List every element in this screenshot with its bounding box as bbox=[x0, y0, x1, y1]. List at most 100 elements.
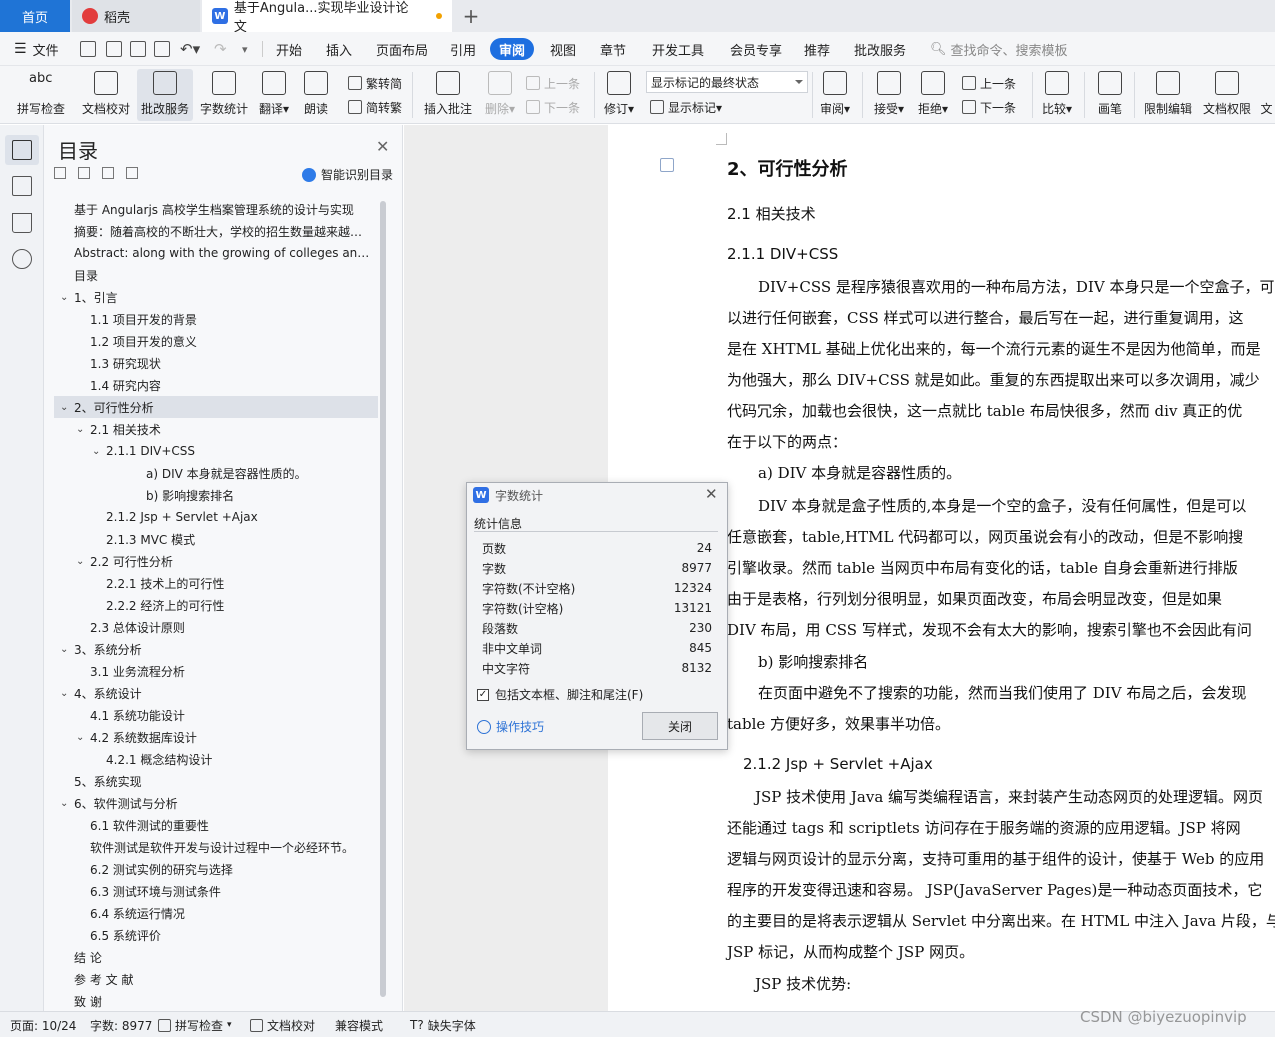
toc-item[interactable]: 基于 Angularjs 高校学生档案管理系统的设计与实现 bbox=[54, 198, 378, 220]
proofread-button[interactable]: 文档校对 bbox=[78, 69, 134, 121]
accept-button[interactable]: 接受▾ bbox=[870, 69, 908, 121]
menu-tab-4[interactable]: 审阅 bbox=[490, 38, 535, 60]
document-permission-button[interactable]: 文档权限 bbox=[1200, 69, 1254, 121]
toc-item[interactable]: 5、系统实现 bbox=[54, 770, 378, 792]
prev-change-button[interactable]: 上一条 bbox=[962, 72, 1016, 94]
toc-item[interactable]: ⌄ 6、软件测试与分析 bbox=[54, 792, 378, 814]
menu-tab-9[interactable]: 推荐 bbox=[804, 32, 830, 66]
remove-heading-icon[interactable] bbox=[126, 167, 138, 179]
menu-tab-1[interactable]: 插入 bbox=[326, 32, 352, 66]
print-icon[interactable] bbox=[130, 41, 146, 57]
undo-icon[interactable]: ↶▾ bbox=[180, 32, 200, 66]
expand-up-icon[interactable] bbox=[78, 167, 90, 179]
chevron-down-icon[interactable]: ⌄ bbox=[60, 292, 68, 303]
more-quick-icon[interactable]: ▾ bbox=[242, 32, 248, 66]
print-preview-icon[interactable] bbox=[154, 41, 170, 57]
toc-item[interactable]: 4.2.1 概念结构设计 bbox=[54, 748, 378, 770]
tab-daoke[interactable]: 稻壳 bbox=[72, 0, 200, 32]
toc-item[interactable]: ⌄ 4、系统设计 bbox=[54, 682, 378, 704]
simplified-to-traditional-button[interactable]: 简转繁 bbox=[348, 96, 402, 118]
chevron-down-icon[interactable]: ⌄ bbox=[60, 798, 68, 809]
menu-tab-2[interactable]: 页面布局 bbox=[376, 32, 428, 66]
chevron-down-icon[interactable]: ⌄ bbox=[60, 402, 68, 413]
tab-home[interactable]: 首页 bbox=[0, 0, 70, 32]
traditional-to-simplified-button[interactable]: 繁转简 bbox=[348, 72, 402, 94]
chevron-down-icon[interactable]: ⌄ bbox=[92, 446, 100, 457]
toc-item[interactable]: 2.1.2 Jsp + Servlet +Ajax bbox=[54, 506, 378, 528]
chevron-down-icon[interactable]: ⌄ bbox=[60, 644, 68, 655]
word-count-indicator[interactable]: 字数: 8977 bbox=[90, 1012, 152, 1037]
more-ribbon-button[interactable]: 文 bbox=[1258, 69, 1275, 121]
toc-scrollbar[interactable] bbox=[380, 201, 386, 997]
toc-item[interactable]: 软件测试是软件开发与设计过程中一个必经环节。 bbox=[54, 836, 378, 858]
paragraph-tool-icon[interactable] bbox=[660, 158, 674, 172]
bookmark-icon[interactable] bbox=[12, 213, 32, 233]
toc-item[interactable]: 1.1 项目开发的背景 bbox=[54, 308, 378, 330]
toc-item[interactable]: 4.1 系统功能设计 bbox=[54, 704, 378, 726]
toc-item[interactable]: a) DIV 本身就是容器性质的。 bbox=[54, 462, 378, 484]
toc-item[interactable]: b) 影响搜索排名 bbox=[54, 484, 378, 506]
translate-button[interactable]: 翻译▾ bbox=[256, 69, 292, 121]
spell-check-toggle[interactable]: 拼写检查 ▾ bbox=[158, 1012, 232, 1037]
chevron-down-icon[interactable]: ⌄ bbox=[76, 732, 84, 743]
close-button[interactable]: 关闭 bbox=[642, 712, 718, 740]
command-search[interactable]: 🔍︎ 查找命令、搜索模板 bbox=[930, 32, 1068, 66]
review-pane-button[interactable]: 审阅▾ bbox=[816, 69, 854, 121]
toc-item[interactable]: Abstract: along with the growing of coll… bbox=[54, 242, 378, 264]
smart-toc-button[interactable]: 智能识别目录 bbox=[302, 166, 393, 183]
spell-check-button[interactable]: abc 拼写检查 bbox=[10, 69, 72, 121]
chevron-down-icon[interactable]: ⌄ bbox=[76, 556, 84, 567]
insert-comment-button[interactable]: 插入批注 bbox=[420, 69, 476, 121]
toc-item[interactable]: ⌄ 2.1.1 DIV+CSS bbox=[54, 440, 378, 462]
toc-item[interactable]: ⌄ 2.1 相关技术 bbox=[54, 418, 378, 440]
missing-font[interactable]: T? 缺失字体 bbox=[410, 1012, 476, 1037]
toc-item[interactable]: 1.3 研究现状 bbox=[54, 352, 378, 374]
new-tab-button[interactable]: + bbox=[454, 0, 488, 32]
toc-item[interactable]: 2.1.3 MVC 模式 bbox=[54, 528, 378, 550]
toc-item[interactable]: ⌄ 2.2 可行性分析 bbox=[54, 550, 378, 572]
read-aloud-button[interactable]: 朗读 bbox=[298, 69, 334, 121]
correction-service-button[interactable]: 批改服务 bbox=[137, 69, 193, 121]
menu-tab-10[interactable]: 批改服务 bbox=[854, 32, 906, 66]
toc-item[interactable]: 致 谢 bbox=[54, 990, 378, 1009]
toc-item[interactable]: 2.3 总体设计原则 bbox=[54, 616, 378, 638]
markup-mode-select[interactable]: 显示标记的最终状态 bbox=[646, 71, 808, 93]
chevron-down-icon[interactable]: ⌄ bbox=[76, 424, 84, 435]
toc-item[interactable]: 6.2 测试实例的研究与选择 bbox=[54, 858, 378, 880]
word-count-button[interactable]: 字数统计 bbox=[196, 69, 252, 121]
delete-comment-button[interactable]: 删除▾ bbox=[481, 69, 519, 121]
close-icon[interactable]: ✕ bbox=[376, 137, 389, 156]
proofread-status[interactable]: 文档校对 bbox=[250, 1012, 315, 1037]
toc-item[interactable]: 1.4 研究内容 bbox=[54, 374, 378, 396]
show-markup-button[interactable]: 显示标记▾ bbox=[650, 96, 722, 118]
menu-tab-5[interactable]: 视图 bbox=[550, 32, 576, 66]
toc-item[interactable]: ⌄ 2、可行性分析 bbox=[54, 396, 378, 418]
add-heading-icon[interactable] bbox=[102, 167, 114, 179]
search-icon[interactable] bbox=[12, 249, 32, 269]
compat-mode[interactable]: 兼容模式 bbox=[335, 1012, 383, 1037]
toc-item[interactable]: ⌄ 4.2 系统数据库设计 bbox=[54, 726, 378, 748]
chevron-down-icon[interactable]: ⌄ bbox=[60, 688, 68, 699]
export-pdf-icon[interactable] bbox=[106, 41, 122, 57]
prev-comment-button[interactable]: 上一条 bbox=[526, 72, 580, 94]
toc-item[interactable]: 目录 bbox=[54, 264, 378, 286]
file-menu[interactable]: ☰ 文件 bbox=[14, 32, 59, 66]
menu-tab-7[interactable]: 开发工具 bbox=[652, 32, 704, 66]
toc-item[interactable]: 2.2.2 经济上的可行性 bbox=[54, 594, 378, 616]
save-icon[interactable] bbox=[80, 41, 96, 57]
toc-item[interactable]: ⌄ 3、系统分析 bbox=[54, 638, 378, 660]
menu-tab-3[interactable]: 引用 bbox=[450, 32, 476, 66]
pen-button[interactable]: 画笔 bbox=[1092, 69, 1128, 121]
tips-link[interactable]: 操作技巧 bbox=[477, 718, 544, 735]
menu-tab-8[interactable]: 会员专享 bbox=[730, 32, 782, 66]
toc-item[interactable]: 参 考 文 献 bbox=[54, 968, 378, 990]
toc-item[interactable]: ⌄ 1、引言 bbox=[54, 286, 378, 308]
redo-icon[interactable]: ↷ bbox=[214, 32, 227, 66]
toc-item[interactable]: 结 论 bbox=[54, 946, 378, 968]
toc-item[interactable]: 2.2.1 技术上的可行性 bbox=[54, 572, 378, 594]
toc-item[interactable]: 6.3 测试环境与测试条件 bbox=[54, 880, 378, 902]
tab-document[interactable]: W 基于Angula...实现毕业设计论文 bbox=[202, 0, 452, 35]
next-change-button[interactable]: 下一条 bbox=[962, 96, 1016, 118]
toc-item[interactable]: 6.4 系统运行情况 bbox=[54, 902, 378, 924]
toc-item[interactable]: 1.2 项目开发的意义 bbox=[54, 330, 378, 352]
